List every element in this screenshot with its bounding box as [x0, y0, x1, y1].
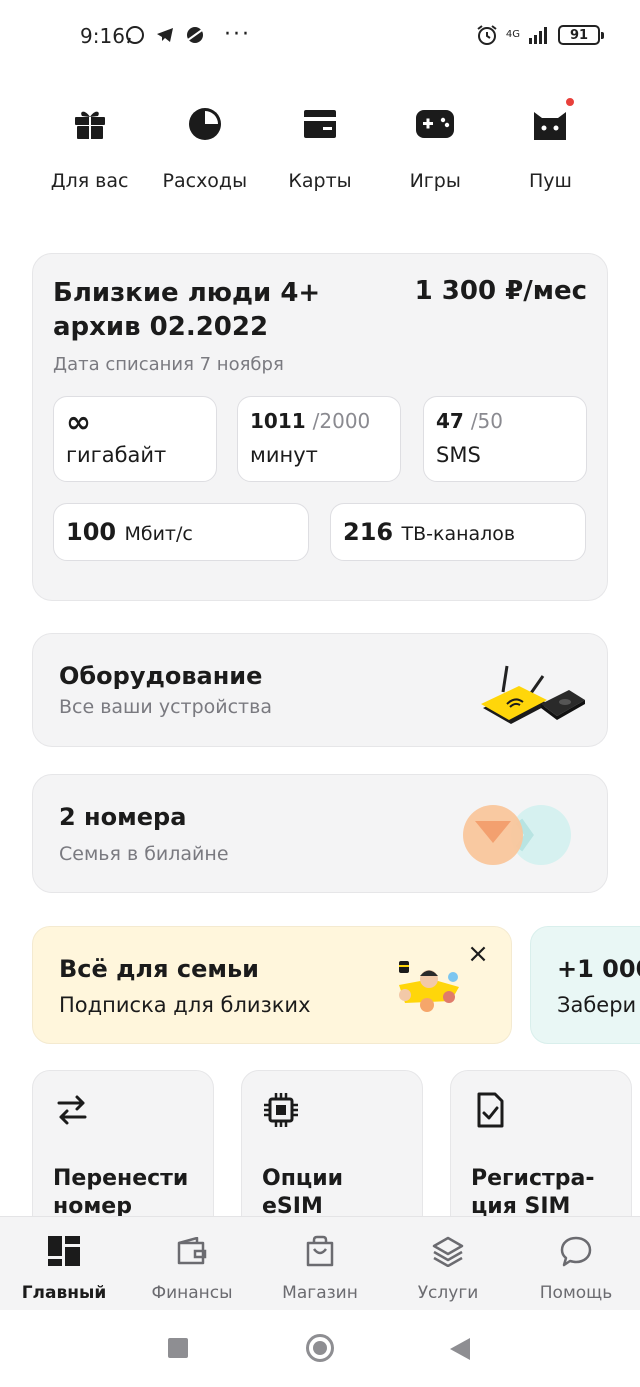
- layers-icon: [430, 1233, 466, 1269]
- cat-icon: [526, 96, 577, 148]
- quick-item-label: Пуш: [528, 170, 572, 192]
- status-time: 9:16: [80, 24, 125, 48]
- nav-shop[interactable]: Магазин: [256, 1217, 384, 1310]
- wallet-icon: [174, 1233, 210, 1269]
- quick-item-label: Расходы: [162, 170, 248, 192]
- system-navigation-bar: [0, 1310, 640, 1387]
- recent-apps-button[interactable]: [168, 1338, 188, 1358]
- equipment-card[interactable]: Оборудование Все ваши устройства: [32, 633, 608, 747]
- document-check-icon: [477, 1092, 504, 1128]
- minutes-chip[interactable]: 1011 /2000 минут: [237, 396, 401, 482]
- tile-label: Опции eSIM: [262, 1166, 344, 1219]
- nav-label: Главный: [21, 1283, 107, 1303]
- transfer-icon: [57, 1095, 87, 1125]
- tile-label: Перенести номер: [53, 1166, 189, 1219]
- nav-label: Услуги: [417, 1283, 479, 1303]
- alarm-icon: [476, 24, 498, 46]
- speed-value: 100 Мбит/с: [66, 518, 193, 546]
- nav-finance[interactable]: Финансы: [128, 1217, 256, 1310]
- sim-avatars-illustration: [463, 805, 571, 865]
- quick-item-push[interactable]: Пуш: [493, 96, 608, 192]
- router-illustration: [481, 665, 585, 724]
- internet-chip[interactable]: ∞ гигабайт: [53, 396, 217, 482]
- tariff-card[interactable]: Близкие люди 4+ архив 02.2022 1 300 ₽/ме…: [32, 253, 608, 601]
- transfer-number-tile[interactable]: Перенести номер: [32, 1070, 214, 1240]
- promo-subtitle: Подписка для близких: [59, 993, 311, 1017]
- quick-item-cards[interactable]: Карты: [262, 100, 377, 192]
- close-icon[interactable]: ×: [465, 941, 491, 967]
- equipment-title: Оборудование: [59, 662, 263, 690]
- minutes-unit: минут: [250, 443, 318, 467]
- family-numbers-card[interactable]: 2 номера Семья в билайне: [32, 774, 608, 893]
- quick-item-games[interactable]: Игры: [378, 100, 493, 192]
- promo-subtitle: Забери: [557, 993, 637, 1017]
- pie-chart-icon: [181, 100, 229, 148]
- nav-label: Магазин: [282, 1283, 358, 1303]
- tariff-name: Близкие люди 4+ архив 02.2022: [53, 278, 321, 342]
- speed-chip[interactable]: 100 Мбит/с: [53, 503, 309, 561]
- chip-icon: [264, 1093, 298, 1127]
- back-button[interactable]: [450, 1338, 470, 1360]
- quick-item-label: Игры: [409, 170, 461, 192]
- nav-home[interactable]: Главный: [0, 1217, 128, 1310]
- sms-unit: SMS: [436, 443, 481, 467]
- promo-title: Всё для семьи: [59, 955, 259, 983]
- family-promo-banner[interactable]: Всё для семьи Подписка для близких ×: [32, 926, 512, 1044]
- tariff-price: 1 300 ₽/мес: [414, 276, 587, 306]
- family-illustration: [399, 961, 459, 1012]
- dashboard-icon: [46, 1233, 82, 1269]
- esim-options-tile[interactable]: Опции eSIM: [241, 1070, 423, 1240]
- notification-icons: ···: [124, 24, 251, 46]
- shopping-bag-icon: [302, 1233, 338, 1269]
- more-notifications-icon: ···: [224, 22, 251, 47]
- nav-help[interactable]: Помощь: [512, 1217, 640, 1310]
- gift-icon: [66, 100, 114, 148]
- quick-item-for-you[interactable]: Для вас: [32, 100, 147, 192]
- nav-label: Помощь: [539, 1283, 613, 1303]
- gamepad-icon: [411, 100, 459, 148]
- charge-date: Дата списания 7 ноября: [53, 354, 284, 375]
- card-icon: [296, 100, 344, 148]
- telegram-icon: [154, 24, 176, 46]
- quick-item-label: Для вас: [50, 170, 129, 192]
- notification-badge: [564, 96, 577, 108]
- chat-bubble-icon: [558, 1233, 594, 1269]
- sms-chip[interactable]: 47 /50 SMS: [423, 396, 587, 482]
- status-bar: 9:16 ··· 4G 91: [0, 0, 640, 74]
- tv-value: 216 ТВ-каналов: [343, 518, 516, 546]
- family-numbers-title: 2 номера: [59, 803, 187, 831]
- whatsapp-icon: [124, 24, 146, 46]
- infinity-icon: ∞: [66, 405, 91, 440]
- promo-title: +1 000: [557, 955, 640, 983]
- signal-icon: [528, 24, 550, 46]
- nav-services[interactable]: Услуги: [384, 1217, 512, 1310]
- nav-label: Финансы: [151, 1283, 233, 1303]
- planet-icon: [184, 24, 206, 46]
- bottom-navigation: Главный Финансы Магазин Услуги Помощь: [0, 1216, 640, 1310]
- tile-label: Регистра-ция SIM: [471, 1166, 595, 1219]
- network-type: 4G: [505, 29, 520, 40]
- sim-registration-tile[interactable]: Регистра-ция SIM: [450, 1070, 632, 1240]
- quick-menu: Для вас Расходы Карты Игры Пуш: [32, 96, 608, 192]
- quick-item-expenses[interactable]: Расходы: [147, 100, 262, 192]
- minutes-value: 1011 /2000: [250, 409, 371, 433]
- family-numbers-subtitle: Семья в билайне: [59, 843, 229, 865]
- battery-icon: 91: [558, 25, 604, 45]
- internet-unit: гигабайт: [66, 443, 167, 467]
- sms-value: 47 /50: [436, 409, 503, 433]
- quick-item-label: Карты: [288, 170, 352, 192]
- tv-chip[interactable]: 216 ТВ-каналов: [330, 503, 586, 561]
- home-button[interactable]: [306, 1334, 334, 1362]
- equipment-subtitle: Все ваши устройства: [59, 696, 272, 718]
- system-icons: 4G 91: [476, 24, 604, 46]
- bonus-promo-banner[interactable]: +1 000 Забери: [530, 926, 640, 1044]
